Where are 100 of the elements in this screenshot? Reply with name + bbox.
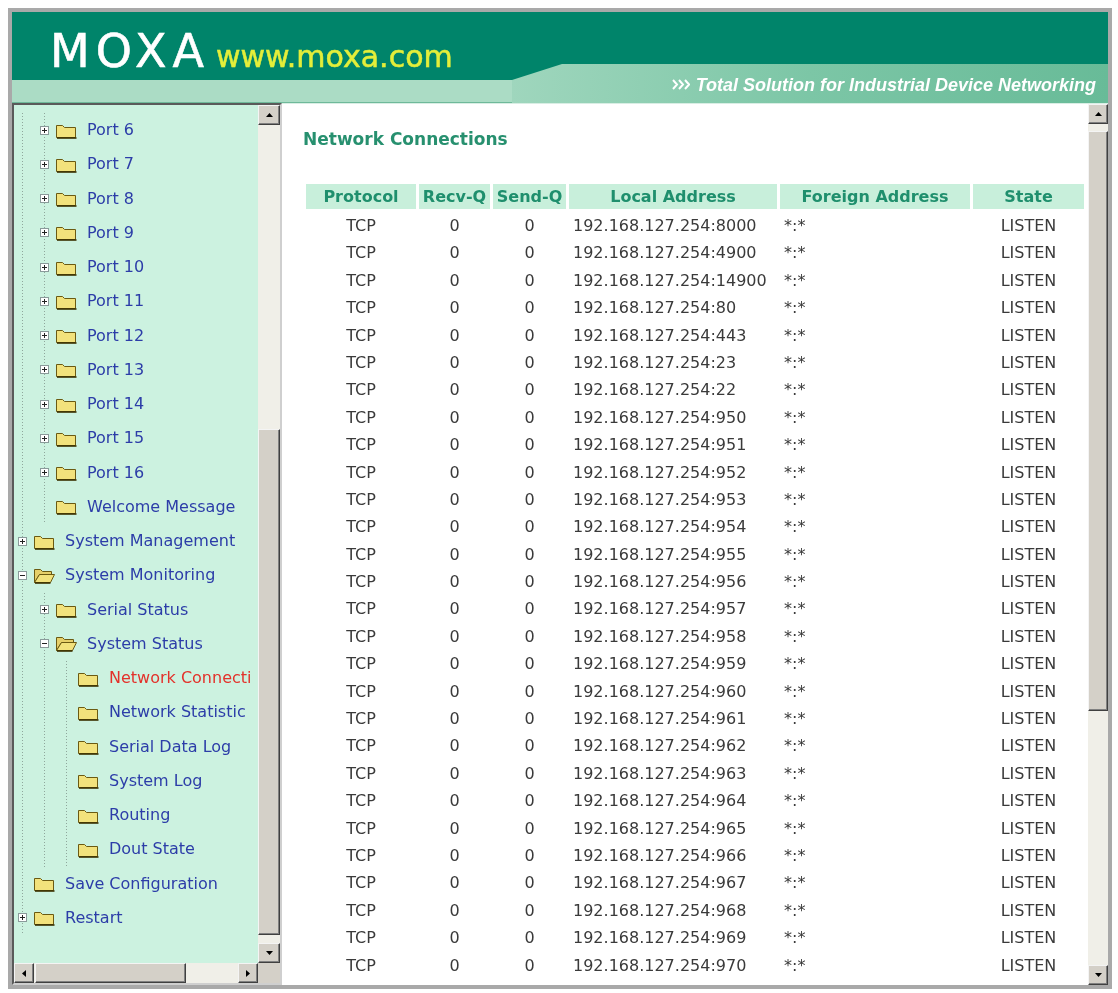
- tree-item[interactable]: Port 7: [87, 154, 134, 175]
- plus-box-icon[interactable]: [40, 159, 49, 169]
- table-cell-text: 0: [448, 516, 461, 539]
- column-header: State: [973, 184, 1084, 209]
- table-cell-text: *:*: [783, 899, 807, 922]
- table-cell-text: 0: [523, 762, 536, 785]
- plus-box-icon[interactable]: [40, 228, 49, 238]
- table-cell-text: *:*: [783, 324, 807, 347]
- tree-item[interactable]: Welcome Message: [87, 496, 236, 517]
- plus-box-icon[interactable]: [18, 536, 27, 546]
- table-cell-text: 0: [523, 845, 536, 867]
- table-cell-text: 0: [523, 899, 536, 922]
- plus-box-icon[interactable]: [40, 331, 49, 341]
- tree-item[interactable]: Serial Status: [87, 599, 189, 620]
- open-folder-icon: [33, 566, 55, 584]
- plus-box-icon[interactable]: [40, 262, 49, 272]
- plus-box-icon[interactable]: [40, 605, 49, 615]
- table-cell-text: TCP: [345, 406, 377, 429]
- table-cell-text: TCP: [345, 324, 377, 347]
- tagline-text: Total Solution for Industrial Device Networking: [695, 73, 1096, 96]
- minus-box-icon[interactable]: [40, 639, 49, 649]
- table-cell-text: TCP: [345, 242, 377, 265]
- folder-icon: [55, 361, 77, 379]
- scroll-thumb[interactable]: [1088, 130, 1108, 711]
- tree-item[interactable]: Serial Data Log: [109, 736, 232, 757]
- scroll-up-button[interactable]: [258, 105, 280, 125]
- table-cell-text: TCP: [345, 215, 377, 237]
- table-cell-text: *:*: [783, 351, 807, 374]
- scroll-down-button[interactable]: [258, 943, 280, 963]
- tree-item[interactable]: System Log: [109, 770, 203, 791]
- plus-box-icon[interactable]: [40, 399, 49, 409]
- plus-box-icon[interactable]: [40, 194, 49, 204]
- table-cell-text: 0: [523, 543, 536, 566]
- table-cell-text: 0: [523, 653, 536, 676]
- table-cell-text: LISTEN: [999, 762, 1058, 785]
- tree-item[interactable]: Dout State: [109, 839, 195, 860]
- up-arrow-icon: [265, 113, 273, 117]
- plus-box-icon[interactable]: [40, 125, 49, 135]
- tree-item[interactable]: Routing: [109, 805, 171, 826]
- table-cell-text: LISTEN: [999, 434, 1058, 457]
- tree-item[interactable]: Port 8: [87, 188, 134, 209]
- table-cell-text: 0: [448, 653, 461, 676]
- scroll-thumb[interactable]: [35, 963, 186, 983]
- table-cell-text: TCP: [345, 817, 377, 840]
- table-cell-text: LISTEN: [999, 351, 1058, 374]
- tree-item[interactable]: Port 13: [87, 359, 145, 380]
- plus-box-icon[interactable]: [40, 296, 49, 306]
- table-cell-text: 192.168.127.254:953: [572, 488, 748, 511]
- table-cell-text: *:*: [783, 434, 807, 457]
- table-cell-text: 0: [448, 954, 461, 977]
- down-arrow-icon: [265, 951, 273, 955]
- table-cell-text: 0: [523, 434, 536, 457]
- table-cell-text: 192.168.127.254:23: [572, 351, 738, 374]
- tree-item[interactable]: System Status: [87, 633, 203, 654]
- tree-item[interactable]: Port 10: [87, 257, 145, 278]
- minus-box-icon[interactable]: [18, 570, 27, 580]
- website-text: www.moxa.com: [215, 42, 453, 72]
- table-cell-text: 192.168.127.254:963: [572, 762, 748, 785]
- table-cell-text: TCP: [345, 269, 377, 292]
- table-cell-text: 0: [523, 406, 536, 429]
- tree-item[interactable]: Network Connecti: [109, 668, 252, 689]
- tree-item[interactable]: Port 16: [87, 462, 145, 483]
- table-cell-text: 0: [448, 351, 461, 374]
- table-cell-text: 0: [448, 899, 461, 922]
- scroll-right-button[interactable]: [238, 963, 258, 983]
- plus-box-icon[interactable]: [40, 365, 49, 375]
- tree-item[interactable]: System Management: [65, 531, 236, 552]
- table-cell-text: 192.168.127.254:958: [572, 625, 748, 648]
- table-cell-text: 192.168.127.254:951: [572, 434, 748, 457]
- table-cell-text: LISTEN: [999, 543, 1058, 566]
- column-header: Foreign Address: [780, 184, 970, 209]
- tree-item[interactable]: Port 9: [87, 222, 134, 243]
- folder-icon: [55, 190, 77, 208]
- plus-box-icon[interactable]: [40, 468, 49, 478]
- table-cell-text: 0: [448, 625, 461, 648]
- scroll-down-button[interactable]: [1088, 965, 1108, 985]
- table-cell-text: 0: [523, 215, 536, 237]
- scroll-thumb[interactable]: [258, 429, 280, 935]
- table-cell-text: *:*: [783, 516, 807, 539]
- folder-icon: [77, 738, 99, 756]
- table-cell-text: 192.168.127.254:961: [572, 708, 748, 731]
- tree-item[interactable]: System Monitoring: [65, 565, 216, 586]
- scroll-left-button[interactable]: [14, 963, 34, 983]
- tree-item[interactable]: Restart: [65, 907, 123, 928]
- table-cell-text: 0: [523, 708, 536, 731]
- table-cell-text: TCP: [345, 872, 377, 895]
- table-cell-text: TCP: [345, 790, 377, 813]
- scroll-up-button[interactable]: [1088, 104, 1108, 124]
- plus-box-icon[interactable]: [40, 433, 49, 443]
- table-cell-text: 192.168.127.254:960: [572, 680, 748, 703]
- table-cell-text: 0: [448, 297, 461, 320]
- plus-box-icon[interactable]: [18, 913, 27, 923]
- tree-item[interactable]: Port 14: [87, 394, 145, 415]
- tree-item[interactable]: Save Configuration: [65, 873, 218, 894]
- tree-item[interactable]: Port 11: [87, 291, 145, 312]
- tree-item[interactable]: Port 12: [87, 325, 145, 346]
- tree-item[interactable]: Port 6: [87, 120, 134, 141]
- tree-item[interactable]: Network Statistic: [109, 702, 246, 723]
- table-cell-text: 0: [448, 324, 461, 347]
- tree-item[interactable]: Port 15: [87, 428, 145, 449]
